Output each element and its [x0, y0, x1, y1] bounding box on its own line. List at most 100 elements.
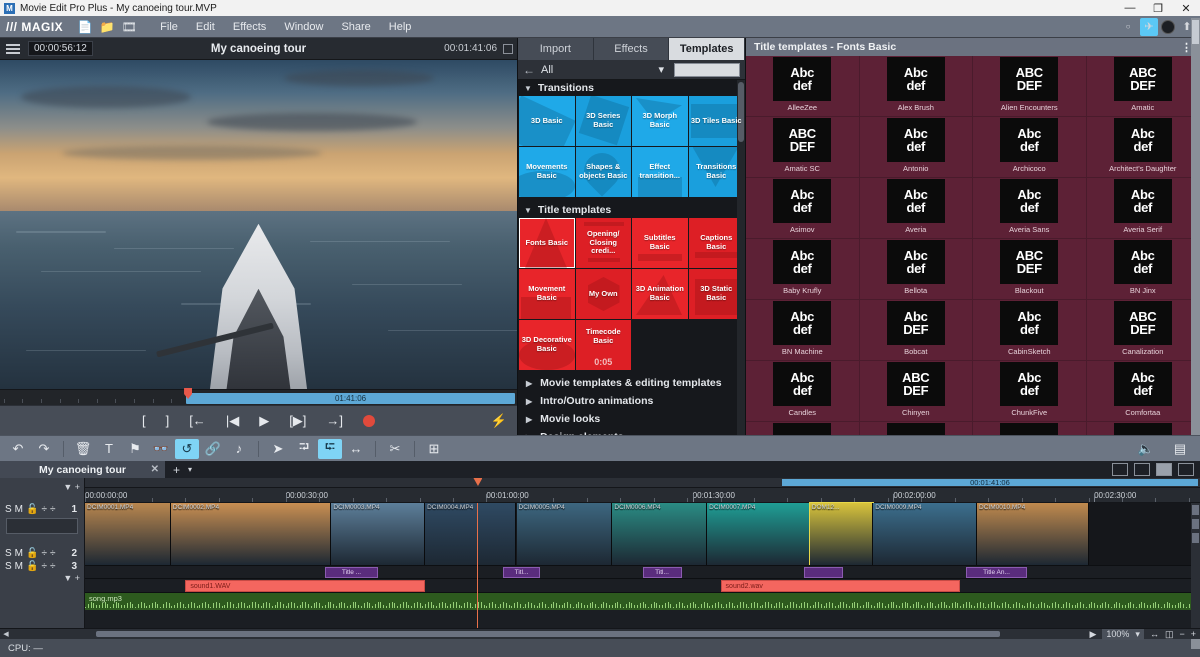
loop-mode-button[interactable]: ↺ [175, 439, 199, 459]
track-header-2[interactable]: S M 🔓 ÷ ÷ 2 [0, 548, 84, 559]
menu-item-file[interactable]: File [151, 21, 187, 33]
solo-button[interactable]: S [5, 504, 12, 515]
scroll-right-icon[interactable]: ▶ [1089, 629, 1096, 640]
font-template-cell[interactable]: AbcdefAlex Brush [860, 56, 974, 117]
tile-3d-static-basic[interactable]: 3D Static Basic [689, 269, 745, 319]
font-template-cell[interactable]: ABCDEFAmatic SC [746, 117, 860, 178]
tile-3d-animation-basic[interactable]: 3D Animation Basic [632, 269, 688, 319]
audio-track[interactable]: sound1.WAVsound2.wav [85, 578, 1200, 592]
lock-icon[interactable]: 🔓 [26, 504, 38, 515]
track-name-field[interactable] [6, 518, 78, 534]
category-filter-select[interactable]: All ▾ [541, 63, 668, 76]
tile-3d-tiles-basic[interactable]: 3D Tiles Basic [689, 96, 745, 146]
storyboard-view-icon[interactable] [1112, 463, 1128, 476]
font-template-cell[interactable]: AbcdefChunkFive [973, 361, 1087, 422]
timeline-body[interactable]: 00:01:41:06 00:00:00:0000:00:30:0000:01:… [85, 478, 1200, 628]
video-canvas[interactable] [0, 60, 517, 389]
volume-icon[interactable]: ÷ [50, 504, 56, 515]
mute-object-button[interactable]: ♪ [227, 439, 251, 459]
font-template-cell[interactable]: AbcdefArchicoco [973, 117, 1087, 178]
mute-button[interactable]: M [15, 504, 23, 515]
video-clip[interactable]: DCIM0005.MP4 [517, 503, 613, 565]
tile-effect-transition[interactable]: Effect transition... [632, 147, 688, 197]
video-clip[interactable]: DCIM0004.MP4 [425, 503, 516, 565]
section-header-title-templates[interactable]: ▼ Title templates [518, 202, 745, 218]
font-template-cell[interactable]: Abc [860, 422, 974, 435]
tile-3d-basic[interactable]: 3D Basic [519, 96, 575, 146]
volume-icon[interactable]: ÷ [50, 561, 56, 572]
font-template-cell[interactable]: AbcdefArchitect's Daughter [1087, 117, 1200, 178]
jump-to-start-button[interactable]: |◀ [226, 413, 239, 429]
title-clip[interactable]: Title ... [325, 567, 379, 578]
track-header-1[interactable]: S M 🔓 ÷ ÷ 1 [0, 504, 84, 515]
tile-fonts-basic[interactable]: Fonts Basic [519, 218, 575, 268]
title-clip[interactable]: Title An... [966, 567, 1027, 578]
mouse-mode-stretch-button[interactable]: ↔ [344, 439, 368, 459]
small-dot-icon[interactable]: ○ [1119, 18, 1137, 36]
font-template-cell[interactable]: AbcdefComfortaa [1087, 361, 1200, 422]
font-template-cell[interactable]: AbcdefCandles [746, 361, 860, 422]
lock-icon[interactable]: 🔓 [26, 548, 38, 559]
fade-icon[interactable]: ÷ [41, 561, 47, 572]
audio-clip[interactable]: sound2.wav [721, 580, 961, 592]
video-clip[interactable]: DCIM0010.MP4 [977, 503, 1089, 565]
section-header-movie-templates[interactable]: ▶ Movie templates & editing templates [518, 374, 745, 392]
title-track[interactable]: Title ...Titl...Titl...Title An... [85, 565, 1200, 578]
performance-icon[interactable]: ⚡ [491, 413, 507, 429]
timeline-ruler[interactable]: 00:00:00:0000:00:30:0000:01:00:0000:01:3… [85, 488, 1200, 503]
volume-icon[interactable]: 🔈 [1134, 439, 1158, 459]
font-template-cell[interactable]: AbcdefAntonio [860, 117, 974, 178]
font-template-cell[interactable]: ABCDEFAlien Encounters [973, 56, 1087, 117]
font-template-cell[interactable]: AbcdefAsimov [746, 178, 860, 239]
multicam-view-icon[interactable] [1178, 463, 1194, 476]
link-objects-button[interactable]: 🔗 [201, 439, 225, 459]
chevron-down-icon[interactable]: ▾ [188, 465, 192, 474]
font-template-cell[interactable]: AbcdefBN Machine [746, 300, 860, 361]
font-template-cell[interactable]: ABCDEFCanalization [1087, 300, 1200, 361]
video-clip[interactable]: DOM12... [810, 503, 874, 565]
popout-icon[interactable] [503, 44, 513, 54]
add-scene-button[interactable]: ⊞ [422, 439, 446, 459]
mouse-mode-all-button[interactable]: ⮓ [318, 439, 342, 459]
open-folder-icon[interactable]: 📁 [97, 19, 117, 35]
font-template-cell[interactable]: AbcdefBaby Krufly [746, 239, 860, 300]
section-header-intro-outro[interactable]: ▶ Intro/Outro animations [518, 392, 745, 410]
playhead[interactable] [477, 503, 478, 628]
previous-frame-button[interactable]: [← [189, 413, 206, 428]
delete-object-button[interactable]: 🗑 [71, 439, 95, 459]
tab-templates[interactable]: Templates [669, 38, 745, 60]
font-template-cell[interactable]: AbcdefBN Jinx [1087, 239, 1200, 300]
tab-effects[interactable]: Effects [594, 38, 670, 60]
tile-opening-closing-credits[interactable]: Opening/ Closing credi... [576, 218, 632, 268]
tile-3d-decorative-basic[interactable]: 3D Decorative Basic [519, 320, 575, 370]
preview-range-button[interactable]: 👓 [149, 439, 173, 459]
redo-button[interactable]: ↷ [32, 439, 56, 459]
maximize-button[interactable]: ❐ [1144, 0, 1172, 16]
zoom-range-icon[interactable]: ◫ [1165, 629, 1174, 640]
set-in-point-button[interactable]: [ [142, 413, 146, 428]
font-template-cell[interactable]: AbcdefAveria [860, 178, 974, 239]
video-clip[interactable]: DCIM0003.MP4 [331, 503, 425, 565]
video-clip[interactable]: DCIM0006.MP4 [612, 503, 707, 565]
font-template-cell[interactable]: AbcdefBellota [860, 239, 974, 300]
fit-to-window-icon[interactable]: ↔ [1150, 629, 1159, 639]
tile-3d-morph-basic[interactable]: 3D Morph Basic [632, 96, 688, 146]
section-header-movie-looks[interactable]: ▶ Movie looks [518, 410, 745, 428]
scrubber-range-label[interactable]: 01:41:06 [186, 393, 515, 404]
music-track[interactable]: song.mp3 [85, 592, 1200, 610]
font-template-cell[interactable]: ABCDEFAmatic [1087, 56, 1200, 117]
mouse-mode-single-button[interactable]: ⮒ [292, 439, 316, 459]
font-template-cell[interactable]: AbcdefCabinSketch [973, 300, 1087, 361]
video-clip[interactable]: DCIM0009.MP4 [873, 503, 977, 565]
font-template-cell[interactable]: AbcDEFBobcat [860, 300, 974, 361]
video-clip[interactable]: DCIM0001.MP4 [85, 503, 171, 565]
tile-my-own[interactable]: My Own [576, 269, 632, 319]
set-out-point-button[interactable]: ] [166, 413, 170, 428]
undo-button[interactable]: ↶ [6, 439, 30, 459]
font-template-cell[interactable]: ABCDEFBlackout [973, 239, 1087, 300]
font-template-cell[interactable]: ABCDEFChinyen [860, 361, 974, 422]
add-track-icon[interactable]: ▼ + [63, 573, 80, 583]
current-timecode[interactable]: 00:00:56:12 [28, 41, 93, 56]
insert-text-button[interactable]: T [97, 439, 121, 459]
menu-item-share[interactable]: Share [332, 21, 379, 33]
